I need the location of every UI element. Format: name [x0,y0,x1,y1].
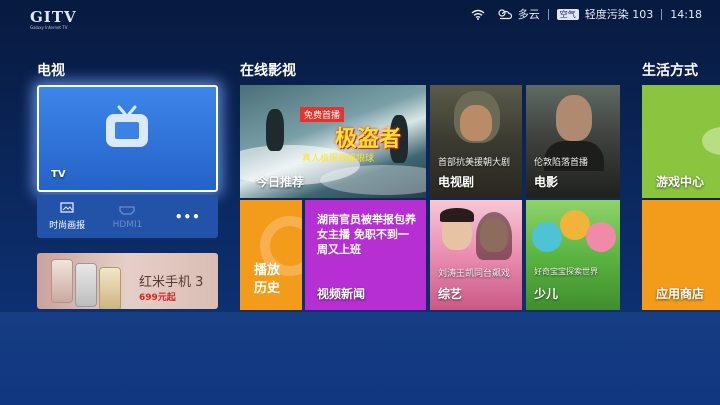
status-bar: 多云 空气 轻度污染 103 14:18 [465,6,702,22]
phone-image [99,267,121,309]
more-button[interactable]: ••• [158,195,218,238]
fashion-pictorial-button[interactable]: 时尚画报 [37,195,97,238]
play-history-label-line2: 历史 [254,281,281,296]
more-dots-icon: ••• [174,209,201,224]
today-recommend-tile[interactable]: 免费首播 极盗者 真人极限嗨爆眼球 今日推荐 [240,85,426,198]
picture-icon [60,202,74,213]
section-title-tv: 电视 [37,63,65,79]
tv-tile-label: TV [51,169,66,180]
kids-label: 少儿 [534,287,559,301]
app-store-tile[interactable]: 应用商店 [642,200,720,310]
section-title-lifestyle: 生活方式 [642,63,698,79]
video-news-tile[interactable]: 湖南官员被举报包养女主播 免职不到一周又上班 视频新闻 [305,200,426,310]
play-history-tile[interactable]: 播放 历史 [240,200,302,310]
section-title-online-video: 在线影视 [240,63,296,79]
host-hair [440,208,474,222]
free-premiere-badge: 免费首播 [300,107,345,122]
variety-show-tile[interactable]: 刘涛王凯同台飙戏 综艺 [430,200,522,310]
kids-tile[interactable]: 好奇宝宝探索世界 少儿 [526,200,620,310]
play-history-label-line1: 播放 [254,263,281,278]
movie-caption: 伦敦陷落首播 [534,158,589,168]
air-quality-text: 轻度污染 103 [584,8,654,21]
status-divider [547,8,549,20]
kids-caption: 好奇宝宝探索世界 [534,267,598,276]
weather-text: 多云 [517,8,540,21]
movie-label: 电影 [534,175,559,189]
video-news-label: 视频新闻 [317,287,366,301]
movie-title-text: 极盗者 [335,127,402,152]
play-history-label: 播放 历史 [254,262,280,298]
gitv-logo: GITV Galaxy Internet TV [30,8,90,32]
drama-caption: 首部抗美援朝大剧 [438,158,511,168]
logo-subtext: Galaxy Internet TV [30,25,68,30]
tv-source-bar: 时尚画报 HDMI1 ••• [37,195,218,238]
cartoon-character [586,222,616,252]
fashion-pictorial-label: 时尚画报 [49,221,86,231]
floor-reflection [0,312,720,405]
ad-price: 699元起 [139,293,176,303]
variety-caption: 刘涛王凯同台飙戏 [438,269,511,279]
cloud-icon [498,8,512,19]
phone-image [51,259,73,303]
status-divider [661,8,663,20]
tv-drama-tile[interactable]: 首部抗美援朝大剧 电视剧 [430,85,522,198]
wave-shape [320,165,426,195]
air-quality-badge: 空气 [556,8,579,20]
game-center-tile[interactable]: 游戏中心 [642,85,720,198]
tv-icon [106,105,148,147]
movie-subtitle-text: 真人极限嗨爆眼球 [302,154,375,164]
hdmi-icon [119,205,136,215]
hdmi1-button[interactable]: HDMI1 [97,195,157,238]
actor-face [556,95,592,141]
variety-label: 综艺 [438,287,463,301]
gamepad-icon [702,127,720,155]
logo-text: GITV [30,8,77,26]
drama-label: 电视剧 [438,175,475,189]
tv-tile[interactable]: TV [37,85,218,192]
host-hair [476,212,512,260]
today-recommend-label: 今日推荐 [256,175,305,189]
app-store-label: 应用商店 [656,287,705,301]
ad-title: 红米手机 3 [139,275,204,290]
redmi-ad-tile[interactable]: 红米手机 3 699元起 [37,253,218,309]
phone-image [75,263,97,307]
news-headline: 湖南官员被举报包养女主播 免职不到一周又上班 [317,213,416,256]
game-center-label: 游戏中心 [656,175,705,189]
wifi-icon [471,9,485,20]
cartoon-character [532,222,562,252]
movie-tile[interactable]: 伦敦陷落首播 电影 [526,85,620,198]
hdmi1-label: HDMI1 [112,219,143,230]
surfer-figure [266,109,284,151]
clock-time: 14:18 [670,7,702,21]
soldier-face [460,105,492,141]
